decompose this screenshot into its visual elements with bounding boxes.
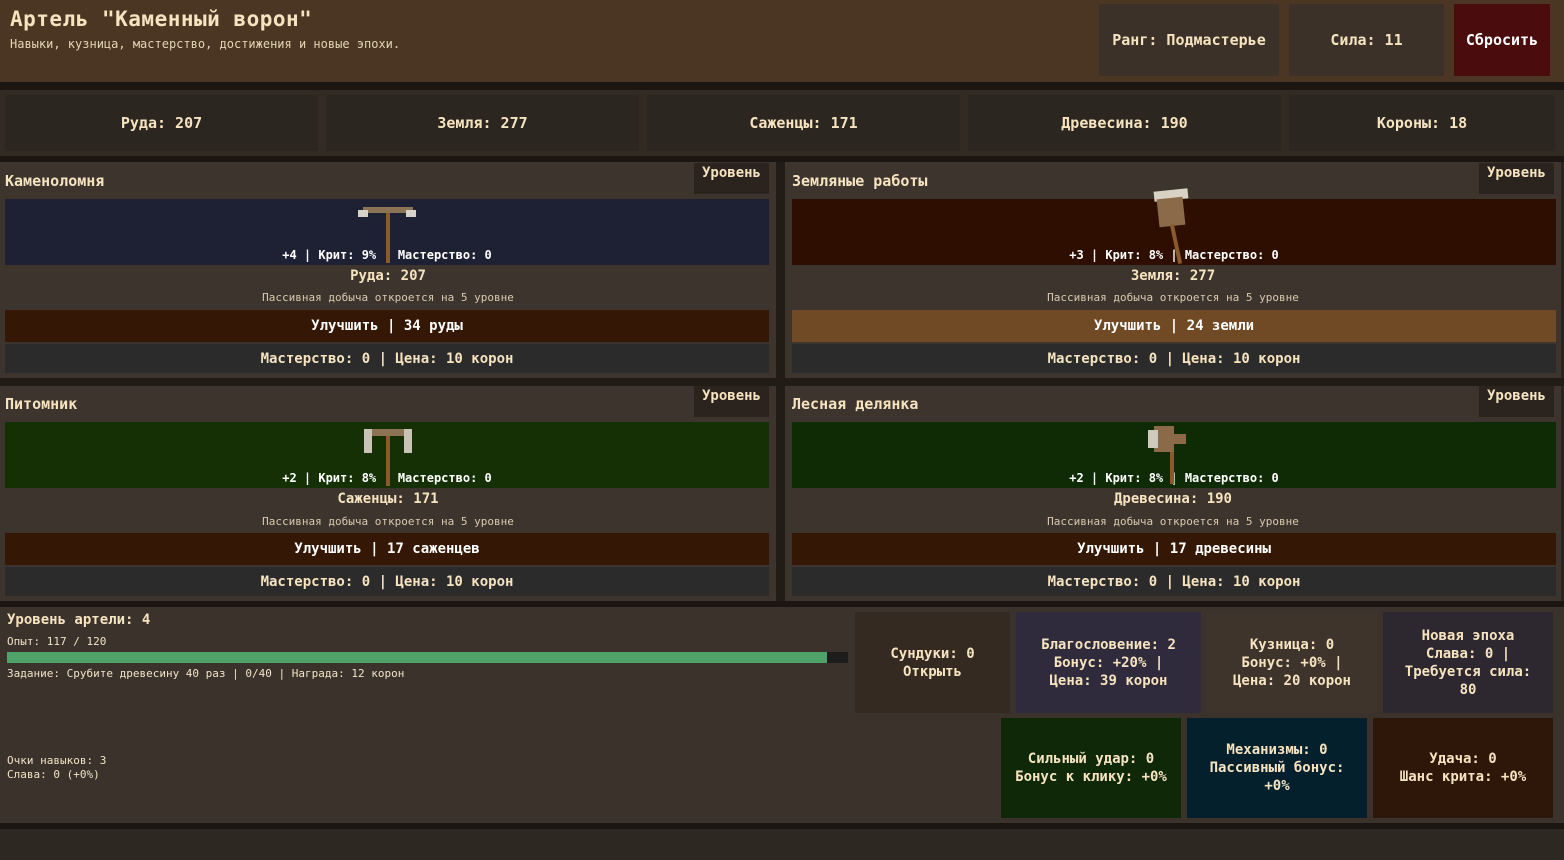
resource-count: Земля: 277 — [1130, 268, 1216, 284]
resource-earth: Земля: 277 — [326, 95, 639, 151]
mechanisms-card[interactable]: Механизмы: 0 Пассивный бонус: +0% — [1187, 718, 1367, 818]
rank-badge: Ранг: Подмастерье — [1099, 4, 1279, 76]
open-chests-label: Открыть — [902, 663, 962, 680]
luck-crit-chance: Шанс крита: +0% — [1399, 769, 1527, 785]
page-subtitle: Навыки, кузница, мастерство, достижения … — [10, 37, 401, 51]
resource-count: Саженцы: 171 — [337, 491, 439, 507]
passive-note: Пассивная добыча откроется на 5 уровне — [1047, 291, 1299, 304]
skill-points: Очки навыков: 3 — [7, 754, 107, 767]
panel-title: Питомник — [5, 395, 78, 413]
mastery-button[interactable]: Мастерство: 0 | Цена: 10 корон — [792, 567, 1556, 596]
resource-saplings: Саженцы: 171 — [647, 95, 960, 151]
shovel-icon — [1153, 188, 1189, 264]
strong-hit-card[interactable]: Сильный удар: 0 Бонус к клику: +0% — [1001, 718, 1181, 818]
luck-card[interactable]: Удача: 0 Шанс крита: +0% — [1373, 718, 1553, 818]
divider — [0, 378, 1564, 386]
new-era-card[interactable]: Новая эпоха Слава: 0 | Требуется сила: 80 — [1383, 612, 1553, 713]
luck-level: Удача: 0 — [1429, 751, 1497, 767]
pickaxe-icon — [358, 207, 416, 263]
mastery-button[interactable]: Мастерство: 0 | Цена: 10 корон — [5, 344, 769, 373]
level-label: Уровень — [1479, 386, 1554, 417]
resource-wood: Древесина: 190 — [968, 95, 1281, 151]
upgrade-button[interactable]: Улучшить | 17 саженцев — [5, 533, 769, 565]
strong-hit-bonus: Бонус к клику: +0% — [1015, 769, 1167, 785]
xp-progress-bar — [7, 652, 848, 663]
guild-level: Уровень артели: 4 — [7, 612, 151, 628]
panel-title: Земляные работы — [792, 172, 928, 190]
passive-note: Пассивная добыча откроется на 5 уровне — [1047, 515, 1299, 528]
panel-title: Каменоломня — [5, 172, 105, 190]
passive-note: Пассивная добыча откроется на 5 уровне — [262, 291, 514, 304]
power-badge: Сила: 11 — [1289, 4, 1444, 76]
passive-note: Пассивная добыча откроется на 5 уровне — [262, 515, 514, 528]
strong-hit-level: Сильный удар: 0 — [1027, 751, 1155, 767]
divider — [0, 82, 1564, 90]
level-label: Уровень — [1479, 163, 1554, 194]
mechanisms-bonus-label: Пассивный бонус: — [1209, 760, 1345, 776]
resource-ore: Руда: 207 — [5, 95, 318, 151]
new-era-requirement: Требуется сила: — [1404, 663, 1532, 680]
hoe-icon — [364, 429, 412, 486]
forge-bonus: Бонус: +0% | — [1241, 654, 1343, 671]
forge-card[interactable]: Кузница: 0 Бонус: +0% | Цена: 20 корон — [1207, 612, 1377, 713]
resource-count: Руда: 207 — [350, 268, 426, 284]
axe-icon — [1148, 426, 1186, 484]
footer-bar — [0, 829, 1564, 860]
new-era-title: Новая эпоха — [1421, 627, 1515, 644]
mechanisms-bonus-value: +0% — [1264, 778, 1290, 794]
upgrade-button[interactable]: Улучшить | 17 древесины — [792, 533, 1556, 565]
new-era-required-power: 80 — [1459, 681, 1477, 698]
mastery-button[interactable]: Мастерство: 0 | Цена: 10 корон — [792, 344, 1556, 373]
chests-count: Сундуки: 0 — [890, 645, 975, 662]
blessing-price: Цена: 39 корон — [1049, 672, 1168, 689]
task-label: Задание: Срубите древесину 40 раз | 0/40… — [7, 667, 405, 680]
forge-price: Цена: 20 корон — [1232, 672, 1351, 689]
resource-crowns: Короны: 18 — [1289, 95, 1555, 151]
page-title: Артель "Каменный ворон" — [10, 7, 313, 31]
xp-progress-fill — [7, 652, 827, 663]
xp-label: Опыт: 117 / 120 — [7, 635, 107, 648]
resource-count: Древесина: 190 — [1113, 491, 1232, 507]
mastery-button[interactable]: Мастерство: 0 | Цена: 10 корон — [5, 567, 769, 596]
fame-label: Слава: 0 (+0%) — [7, 768, 100, 781]
forge-count: Кузница: 0 — [1249, 636, 1335, 653]
reset-button[interactable]: Сбросить — [1454, 4, 1550, 76]
upgrade-button[interactable]: Улучшить | 24 земли — [792, 310, 1556, 342]
level-label: Уровень — [694, 163, 769, 194]
blessing-bonus: Бонус: +20% | — [1053, 654, 1164, 671]
mechanisms-level: Механизмы: 0 — [1226, 742, 1328, 758]
chests-card[interactable]: Сундуки: 0 Открыть — [855, 612, 1010, 713]
level-label: Уровень — [694, 386, 769, 417]
new-era-fame: Слава: 0 | — [1425, 645, 1511, 662]
blessing-card[interactable]: Благословение: 2 Бонус: +20% | Цена: 39 ко… — [1016, 612, 1201, 713]
panel-title: Лесная делянка — [792, 395, 919, 413]
blessing-count: Благословение: 2 — [1041, 636, 1176, 653]
upgrade-button[interactable]: Улучшить | 34 руды — [5, 310, 769, 342]
